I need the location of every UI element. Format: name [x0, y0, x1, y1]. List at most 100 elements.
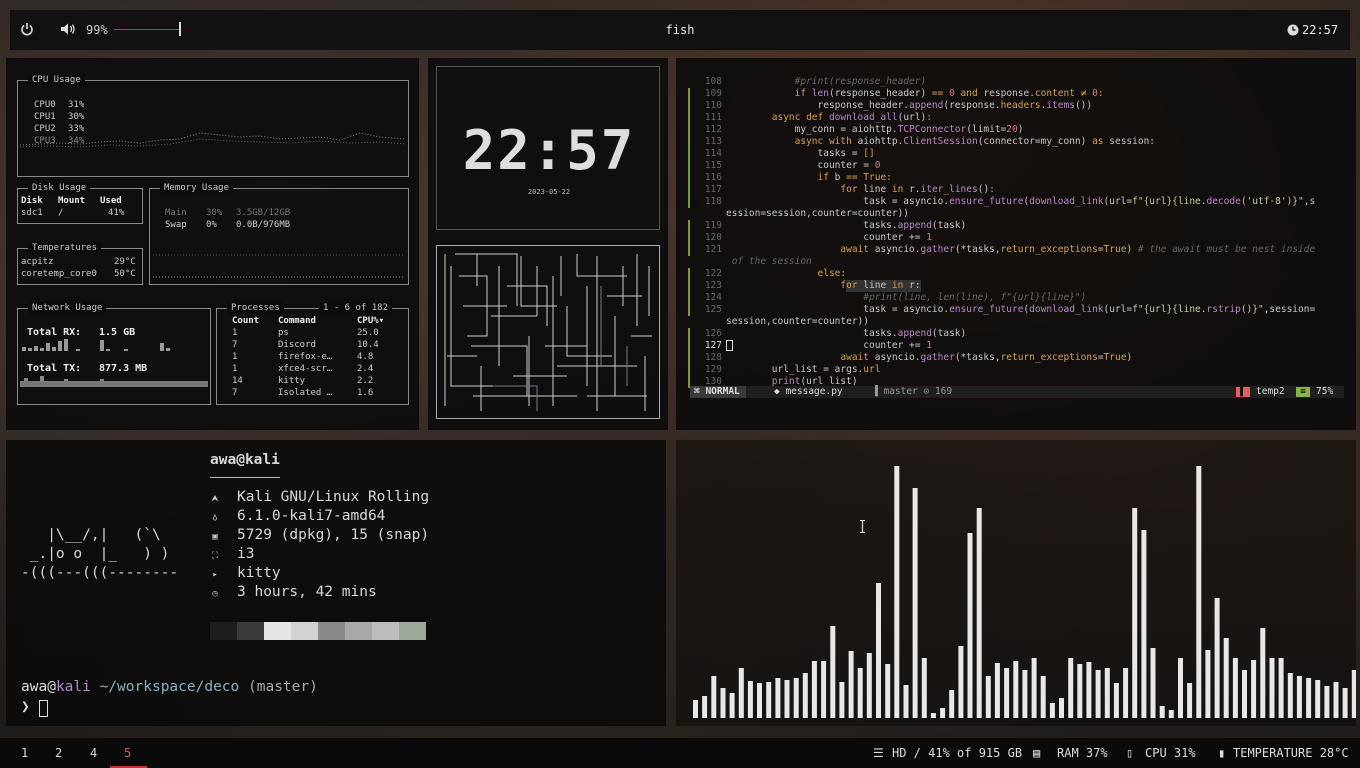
code-line[interactable]: tasks.append(task)	[726, 220, 966, 232]
code-line[interactable]: counter = 0	[726, 160, 881, 172]
prompt-line[interactable]: ❯	[21, 698, 30, 717]
code-token: iter_lines	[920, 184, 978, 195]
code-line[interactable]: tasks.append(task)	[726, 328, 966, 340]
code-token: in	[891, 280, 910, 291]
code-line[interactable]: await asyncio.gather(*tasks,return_excep…	[726, 244, 1315, 256]
process-header[interactable]: CPU%▾	[357, 315, 384, 327]
code-token: for	[726, 280, 864, 291]
process-command[interactable]: firefox-e…	[278, 351, 332, 363]
code-line[interactable]: session,counter=counter))	[726, 316, 869, 328]
code-token: append	[909, 100, 944, 111]
disk-header: Used	[100, 196, 122, 206]
process-command[interactable]: Discord	[278, 339, 316, 351]
code-token: b	[834, 172, 847, 183]
code-line[interactable]: of the session	[726, 256, 812, 268]
code-line[interactable]: my_conn = aiohttp.TCPConnector(limit=20)	[726, 124, 1024, 136]
code-line[interactable]: response_header.append(response.headers.…	[726, 100, 1093, 112]
clock-icon	[1287, 24, 1299, 36]
code-line[interactable]: if b == True:	[726, 172, 892, 184]
code-line[interactable]: counter += 1	[726, 340, 932, 352]
git-change-marker	[688, 328, 690, 340]
git-branch: ▐ master ⊙ 169	[872, 386, 953, 397]
scroll-percent: 75%	[1316, 386, 1334, 397]
code-token: decode	[1206, 196, 1241, 207]
mode-text: NORMAL	[705, 386, 740, 397]
pipes-graphic	[444, 253, 652, 411]
process-command[interactable]: Isolated …	[278, 387, 332, 399]
code-line[interactable]: async with aiohttp.ClientSession(connect…	[726, 136, 1155, 148]
terminal-fetch[interactable]: awa@kali |\__/,| (`\ _.|o o |_ ) ) -(((-…	[6, 440, 666, 726]
line-number: 116	[704, 172, 722, 183]
terminal-cursor[interactable]	[39, 700, 48, 717]
prompt-branch: (master)	[248, 679, 318, 695]
code-line[interactable]: url_list = args.url	[726, 364, 881, 376]
process-command[interactable]: xfce4-scr…	[278, 363, 332, 375]
code-token: counter =	[726, 160, 875, 171]
code-token: (response_header)	[828, 88, 932, 99]
visualizer-bar	[1306, 678, 1312, 718]
workspace-4[interactable]: 4	[90, 746, 97, 760]
fetch-separator	[210, 477, 280, 478]
tx-value: 877.3 MB	[99, 363, 148, 374]
code-line[interactable]: if len(response_header) == 0 and respons…	[726, 88, 1104, 100]
cpu-core-pct: 31%	[68, 100, 85, 110]
code-token: len	[811, 88, 829, 99]
code-line[interactable]: ession=session,counter=counter))	[726, 208, 909, 220]
code-token: counter +=	[726, 232, 927, 243]
code-token: await	[726, 244, 875, 255]
shell-prompt: awa@kali ~/workspace/deco (master)	[21, 679, 318, 695]
visualizer-bar	[1022, 670, 1028, 718]
visualizer-bar	[1287, 673, 1293, 718]
visualizer-bar	[1013, 661, 1019, 718]
code-token: counter +=	[726, 340, 927, 351]
cpu-core-label: CPU1	[34, 112, 56, 122]
workspace-1[interactable]: 1	[21, 746, 28, 760]
workspace-5[interactable]: 5	[124, 746, 131, 760]
code-line[interactable]: async def download_all(url):	[726, 112, 932, 124]
workspace-2[interactable]: 2	[55, 746, 62, 760]
code-editor[interactable]: 108 #print(response_header) 109 if len(re…	[676, 58, 1356, 430]
top-bar: 99% fish 22:57	[10, 10, 1350, 50]
cpu-status: CPU 31%	[1145, 746, 1196, 760]
code-line[interactable]: task = asyncio.ensure_future(download_li…	[726, 304, 1315, 316]
temperatures-title: Temperatures	[28, 242, 102, 254]
code-token: await	[726, 352, 875, 363]
code-token: session,counter=counter))	[726, 316, 869, 327]
cpu-usage-title: CPU Usage	[28, 74, 85, 86]
color-swatch	[372, 622, 399, 640]
code-line[interactable]: #print(response_header)	[726, 76, 927, 88]
code-token: if	[726, 172, 835, 183]
code-line[interactable]: await asyncio.gather(*tasks,return_excep…	[726, 352, 1132, 364]
visualizer-bar	[930, 713, 936, 718]
code-line[interactable]: task = asyncio.ensure_future(download_li…	[726, 196, 1315, 208]
code-line[interactable]: counter += 1	[726, 232, 932, 244]
code-token: asyncio.	[874, 244, 921, 255]
code-line[interactable]: for line in r.iter_lines():	[726, 184, 995, 196]
git-change-marker	[688, 112, 690, 124]
process-command[interactable]: ps	[278, 327, 289, 339]
wm-icon: ⛶	[211, 551, 219, 561]
color-swatch	[264, 622, 291, 640]
code-line[interactable]: tasks = []	[726, 148, 875, 160]
code-line[interactable]: for line in r:	[726, 280, 921, 292]
fetch-info: kitty	[237, 565, 281, 581]
temp-val: 50°C	[114, 269, 136, 279]
disk-cell: 41%	[108, 208, 125, 218]
visualizer-bar	[1333, 682, 1339, 718]
line-number: 115	[704, 160, 722, 171]
code-token: ()}"	[1240, 304, 1264, 315]
visualizer-bar	[1242, 670, 1247, 718]
code-token: gather	[920, 244, 955, 255]
code-line[interactable]: else:	[726, 268, 847, 280]
big-clock-time: 22:57	[462, 119, 636, 182]
visualizer-bar	[876, 583, 881, 718]
code-token: (*tasks,	[954, 244, 1001, 255]
visualizer-bar	[1232, 658, 1238, 718]
code-token: )	[1126, 244, 1138, 255]
code-token: download_all	[828, 112, 898, 123]
visualizer-bar	[1269, 658, 1275, 718]
system-monitor: CPU Usage CPU0 31% CPU1 30% CPU2 33% CPU…	[6, 58, 419, 430]
temp-name: acpitz	[21, 257, 54, 267]
process-command[interactable]: kitty	[278, 375, 305, 387]
code-line[interactable]: #print(line, len(line), f"{url}{line}")	[726, 292, 1086, 304]
